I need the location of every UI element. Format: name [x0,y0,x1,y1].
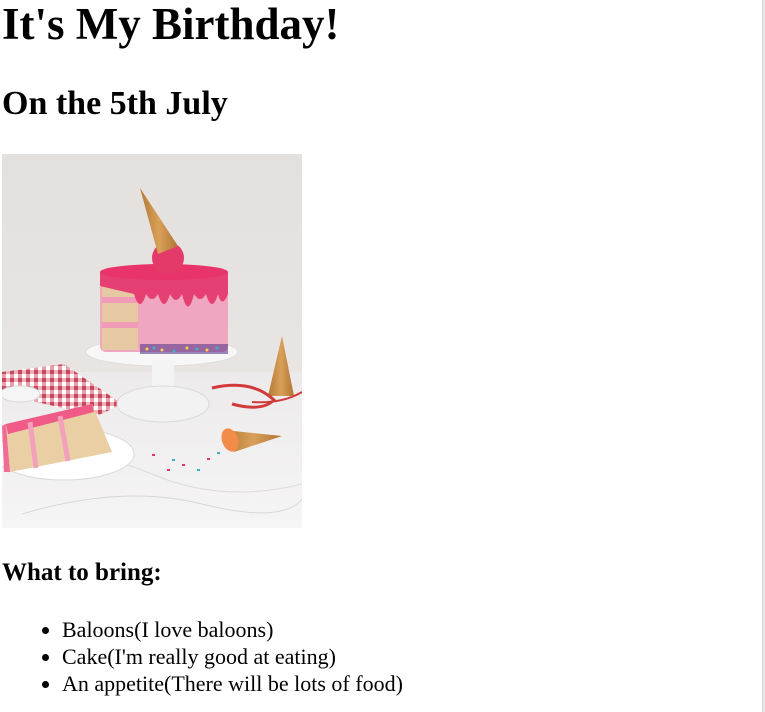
list-item: Baloons(I love baloons) [62,616,403,643]
bring-list: Baloons(I love baloons) Cake(I'm really … [2,616,403,697]
birthday-cake-image [2,154,302,528]
what-to-bring-heading: What to bring: [2,559,162,586]
page-subtitle: On the 5th July [2,85,228,122]
list-item: Cake(I'm really good at eating) [62,643,403,670]
list-item: An appetite(There will be lots of food) [62,670,403,697]
page-title: It's My Birthday! [2,0,340,49]
